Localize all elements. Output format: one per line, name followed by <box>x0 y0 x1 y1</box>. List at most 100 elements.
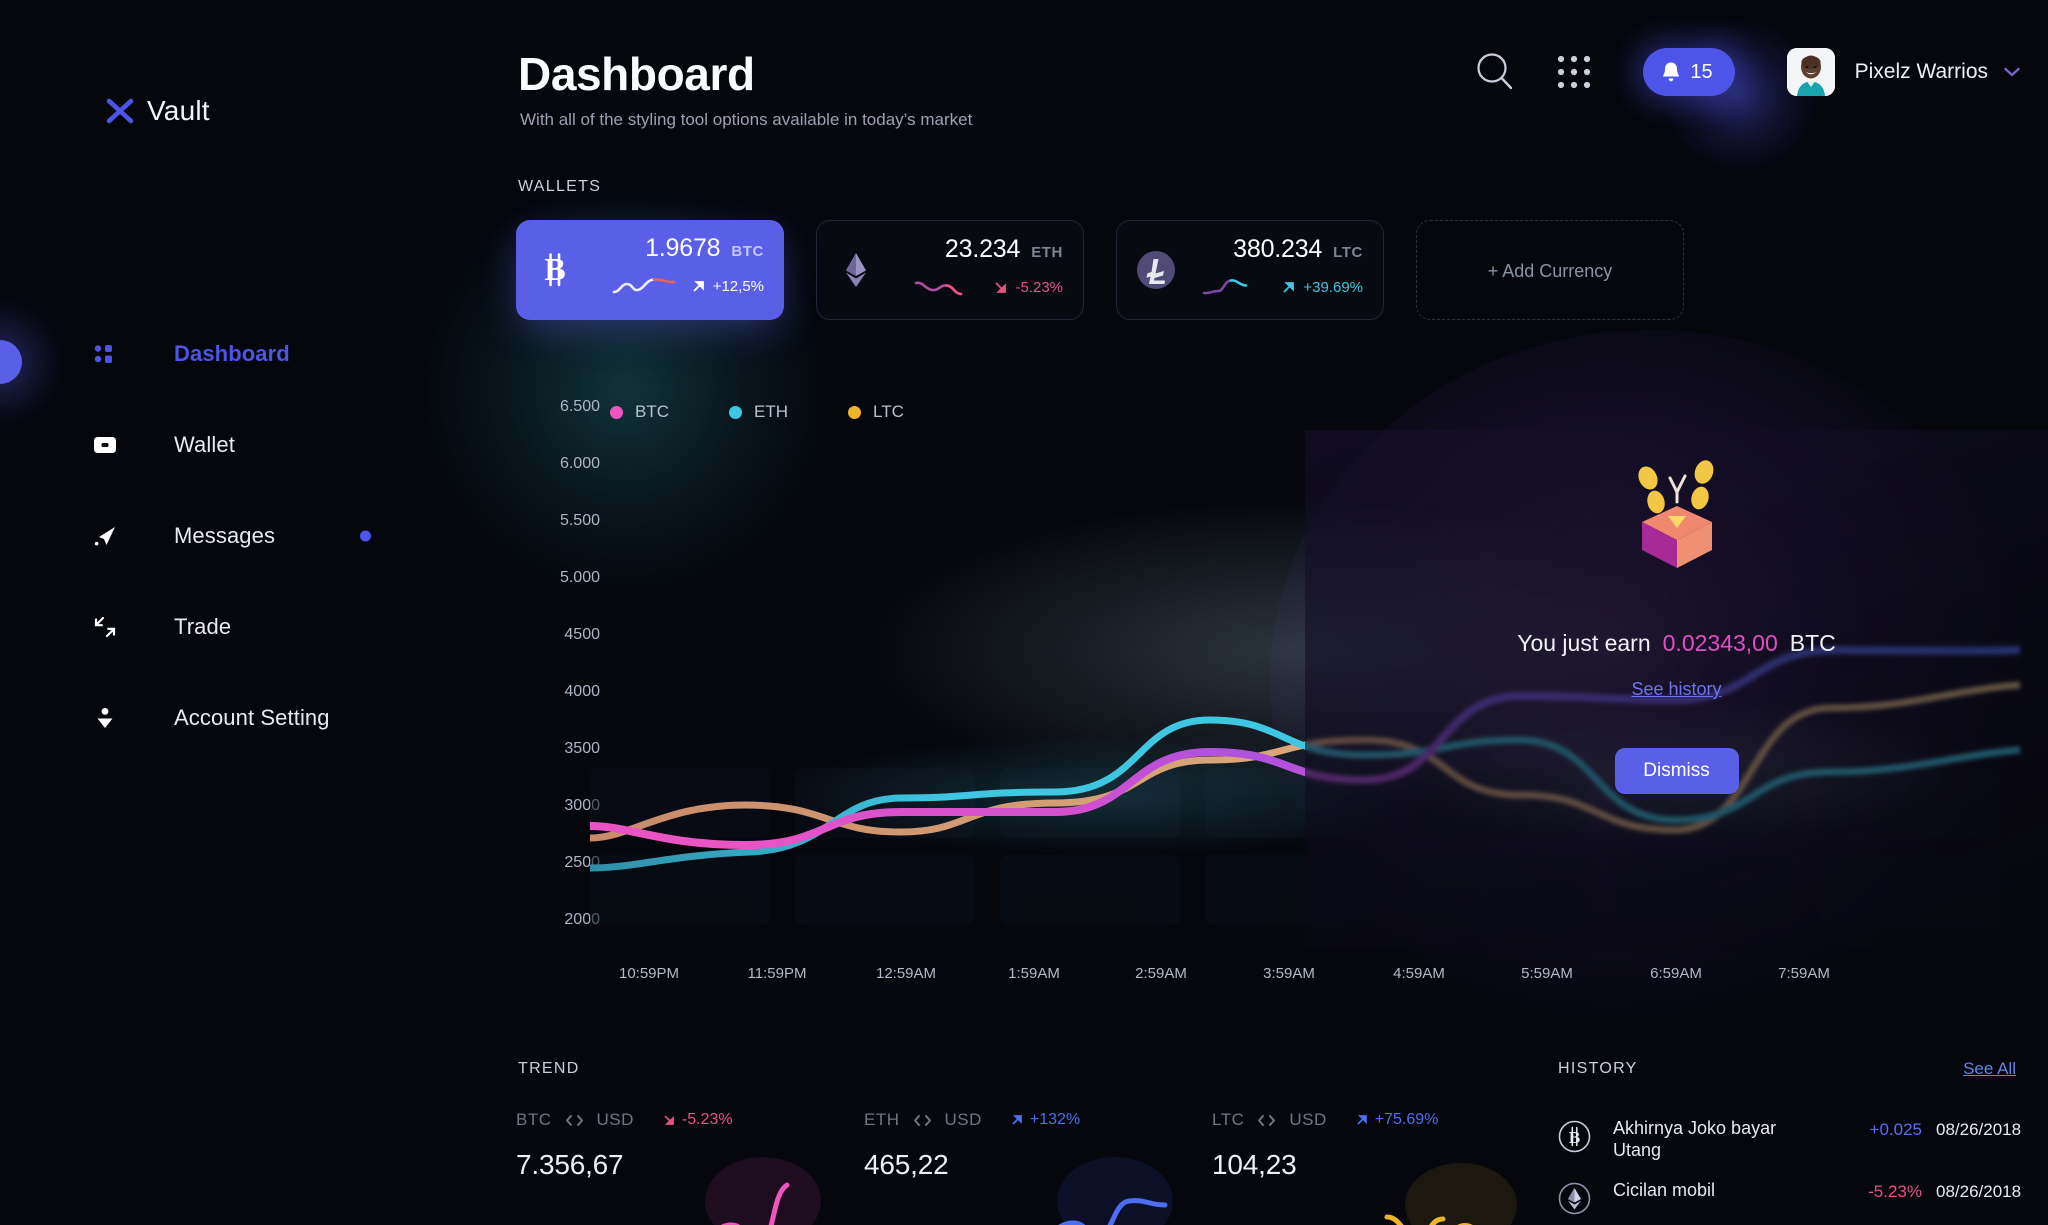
trend-sparkline <box>1057 1157 1173 1225</box>
history-amount: +0.025 <box>1869 1120 1922 1139</box>
x-tick: 2:59AM <box>1135 965 1187 982</box>
trend-delta: +75.69% <box>1356 1111 1439 1129</box>
wallet-card-ltc[interactable]: 380.234 LTC +39.69% <box>1116 220 1384 320</box>
wallet-delta: +39.69% <box>1303 278 1363 296</box>
apps-grid-icon[interactable] <box>1551 49 1597 95</box>
x-tick: 5:59AM <box>1521 965 1573 982</box>
coins-box-icon <box>1637 460 1713 568</box>
trend-quote: USD <box>596 1110 634 1129</box>
litecoin-icon <box>1137 251 1175 289</box>
sidebar-item-label: Wallet <box>174 432 235 457</box>
wallet-symbol: BTC <box>731 243 764 260</box>
sidebar: Vault Dashboard Wallet Messages Trade Ac… <box>0 0 510 1225</box>
trend-card-btc[interactable]: BTC USD -5.23% 7.356,67 <box>516 1110 864 1225</box>
notifications-button[interactable]: 15 <box>1643 48 1735 96</box>
trend-base: LTC <box>1212 1110 1245 1129</box>
history-date: 08/26/2018 <box>1936 1182 2022 1201</box>
history-section-label: HISTORY <box>1558 1060 1638 1077</box>
sidebar-item-trade[interactable]: Trade <box>0 603 510 651</box>
sidebar-item-dashboard[interactable]: Dashboard <box>0 330 510 378</box>
wallet-amount: 380.234 <box>1233 235 1323 263</box>
swap-icon <box>565 1114 583 1126</box>
wallet-icon <box>92 432 118 458</box>
trend-sparkline <box>705 1157 821 1225</box>
ethereum-circle-icon <box>1558 1182 1591 1215</box>
trend-down-arrow-icon <box>664 1115 674 1125</box>
trend-delta-value: +132% <box>1029 1111 1081 1128</box>
x-tick: 11:59PM <box>747 965 807 982</box>
earn-prefix: You just earn <box>1517 630 1651 656</box>
trend-section-label: TREND <box>518 1060 580 1077</box>
earn-notification-panel: You just earn 0.02343,00 BTC See history… <box>1305 430 2048 950</box>
wallet-sparkline <box>1203 279 1248 295</box>
search-icon[interactable] <box>1469 46 1521 98</box>
sidebar-item-label: Messages <box>174 523 276 548</box>
brand-name: Vault <box>147 95 210 126</box>
add-currency-button[interactable]: + Add Currency <box>1416 220 1684 320</box>
wallet-amount: 1.9678 <box>645 234 721 262</box>
header: Dashboard With all of the styling tool o… <box>510 0 2048 170</box>
chevron-down-icon[interactable] <box>2004 67 2020 77</box>
x-tick: 7:59AM <box>1778 965 1830 982</box>
trend-up-arrow-icon <box>1283 281 1295 293</box>
ethereum-icon <box>846 253 866 287</box>
svg-text:B: B <box>1569 1128 1580 1147</box>
sidebar-item-label: Trade <box>174 614 232 639</box>
wallet-card-btc[interactable]: B 1.9678 BTC +12,5% <box>516 220 784 320</box>
trend-list: BTC USD -5.23% 7.356,67 ETH USD +132% 46… <box>516 1110 1560 1225</box>
swap-icon <box>1258 1114 1276 1126</box>
messages-unread-badge <box>360 530 371 542</box>
trend-quote: USD <box>944 1110 982 1129</box>
account-settings-icon <box>92 705 118 731</box>
trend-delta: -5.23% <box>663 1111 733 1129</box>
trend-base: ETH <box>864 1110 900 1129</box>
see-all-link[interactable]: See All <box>1963 1059 2016 1079</box>
user-name: Pixelz Warrios <box>1854 60 1988 83</box>
header-actions: 15 Pixelz Warrios <box>1469 46 2020 98</box>
user-avatar[interactable] <box>1786 48 1835 96</box>
history-title: Cicilan mobil <box>1613 1180 1716 1200</box>
bell-icon <box>1663 62 1680 82</box>
see-history-link[interactable]: See history <box>1631 679 1721 700</box>
trade-arrows-icon <box>92 614 118 640</box>
earn-amount: 0.02343,00 <box>1662 630 1778 656</box>
x-tick: 4:59AM <box>1393 965 1445 982</box>
history-row[interactable]: B Akhirnya Joko bayar Utang +0.025 08/26… <box>1558 1118 2022 1180</box>
sidebar-item-account-setting[interactable]: Account Setting <box>0 694 510 742</box>
add-currency-label: + Add Currency <box>1487 260 1613 281</box>
earn-message: You just earn 0.02343,00 BTC <box>1517 630 1836 657</box>
swap-icon <box>913 1114 931 1126</box>
brand-logo[interactable]: Vault <box>105 95 210 127</box>
svg-text:B: B <box>544 251 565 287</box>
x-cross-icon <box>106 98 134 124</box>
wallet-sparkline <box>612 278 676 294</box>
trend-up-arrow-icon <box>1357 1115 1367 1125</box>
notifications-count: 15 <box>1690 60 1713 83</box>
history-title: Akhirnya Joko bayar Utang <box>1613 1118 1777 1160</box>
history-row[interactable]: Cicilan mobil -5.23% 08/26/2018 <box>1558 1180 2022 1225</box>
sidebar-nav: Dashboard Wallet Messages Trade Account … <box>0 330 510 785</box>
trend-card-ltc[interactable]: LTC USD +75.69% 104,23 <box>1212 1110 1560 1225</box>
trend-up-arrow-icon <box>1012 1115 1022 1125</box>
x-tick: 3:59AM <box>1263 965 1315 982</box>
history-date: 08/26/2018 <box>1936 1120 2022 1139</box>
trend-delta-value: +75.69% <box>1374 1111 1439 1128</box>
page-subtitle: With all of the styling tool options ava… <box>520 110 973 129</box>
sidebar-item-wallet[interactable]: Wallet <box>0 421 510 469</box>
history-amount: -5.23% <box>1868 1182 1922 1201</box>
trend-up-arrow-icon <box>693 280 704 292</box>
wallets-section-label: WALLETS <box>518 178 602 195</box>
trend-card-eth[interactable]: ETH USD +132% 465,22 <box>864 1110 1212 1225</box>
wallet-amount: 23.234 <box>944 235 1021 263</box>
history-list: B Akhirnya Joko bayar Utang +0.025 08/26… <box>1558 1118 2022 1225</box>
trend-down-arrow-icon <box>995 281 1007 293</box>
x-tick: 12:59AM <box>875 965 937 982</box>
x-tick: 6:59AM <box>1650 965 1702 982</box>
sidebar-item-messages[interactable]: Messages <box>0 512 510 560</box>
bitcoin-circle-icon: B <box>1558 1120 1591 1153</box>
trend-sparkline <box>1384 1163 1517 1225</box>
dismiss-button[interactable]: Dismiss <box>1614 748 1739 794</box>
trend-delta-value: -5.23% <box>681 1111 733 1128</box>
wallet-card-eth[interactable]: 23.234 ETH -5.23% <box>816 220 1084 320</box>
sidebar-item-label: Dashboard <box>174 341 290 366</box>
